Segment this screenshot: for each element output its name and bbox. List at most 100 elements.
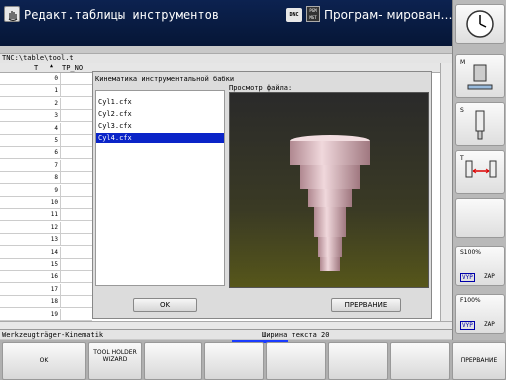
status-right: Ширина текста 20 [262, 331, 330, 339]
dialog-ok-button[interactable]: OK [133, 298, 197, 312]
tool-number: 7 [54, 161, 58, 169]
table-row[interactable]: 12 [0, 221, 92, 234]
tool-number: 18 [50, 298, 58, 306]
table-row[interactable]: 0 [0, 73, 92, 85]
table-row[interactable]: 13 [0, 234, 92, 247]
zap-label: ZAP [484, 273, 495, 280]
file-list[interactable]: Cyl1.cfx Cyl2.cfx Cyl3.cfx Cyl4.cfx [95, 90, 225, 286]
table-row[interactable]: 8 [0, 172, 92, 185]
file-list-item[interactable]: Cyl2.cfx [96, 109, 224, 119]
empty-softkey-7[interactable] [390, 342, 450, 380]
title-bar [0, 0, 452, 46]
empty-softkey-5[interactable] [266, 342, 326, 380]
tool-number: 8 [54, 174, 58, 182]
tool-number: 14 [50, 248, 58, 256]
table-row[interactable]: 16 [0, 271, 92, 284]
table-row[interactable]: 9 [0, 184, 92, 197]
table-row[interactable]: 14 [0, 246, 92, 259]
app-title: Редакт.таблицы инструментов [24, 8, 220, 22]
tool-number: 17 [50, 285, 58, 293]
f-override-value: F100% [460, 297, 481, 304]
tp-cell [60, 283, 92, 296]
tp-cell [60, 147, 92, 160]
tool-number: 10 [50, 199, 58, 206]
tp-cell [60, 97, 92, 110]
dialog-title: Кинематика инструментальной бабки [95, 75, 235, 83]
empty-softkey-6[interactable] [328, 342, 388, 380]
tool-number: 1 [54, 87, 58, 95]
tp-cell [60, 159, 92, 172]
file-list-item[interactable]: Cyl3.cfx [96, 121, 224, 131]
empty-softkey-4[interactable] [204, 342, 264, 380]
tool-number: 11 [50, 211, 58, 219]
tool-number: 0 [54, 75, 58, 82]
tp-cell [60, 172, 92, 185]
table-row[interactable]: 11 [0, 209, 92, 222]
file-list-item[interactable]: Cyl1.cfx [96, 97, 224, 107]
tool-number: 16 [50, 273, 58, 281]
vyp-label: VYP [460, 321, 475, 330]
horizontal-scrollbar[interactable] [0, 321, 452, 329]
wizard-label: TOOL HOLDER WIZARD [93, 349, 137, 363]
status-left: Werkzeugträger-Kinematik [2, 331, 104, 339]
empty-softkey-3[interactable] [144, 342, 202, 380]
t-tool-button[interactable]: T [455, 150, 505, 194]
clock-icon [466, 10, 494, 38]
cancel-softkey[interactable]: ПРЕРВАНИЕ [452, 342, 506, 380]
tp-cell [60, 184, 92, 197]
tool-number: 15 [50, 261, 58, 268]
table-row[interactable]: 6 [0, 147, 92, 160]
feed-override[interactable]: F100% VYP ZAP [455, 294, 505, 334]
pgm-mgt-icon: PGM MGT [306, 6, 320, 22]
table-row[interactable]: 4 [0, 122, 92, 135]
m-function-button[interactable]: M [455, 54, 505, 98]
zap-label: ZAP [484, 321, 495, 328]
tool-number: 5 [54, 137, 58, 144]
hand-icon [4, 6, 20, 22]
col-tp-header: TP_NO [62, 64, 84, 72]
t-label: T [460, 155, 464, 162]
tool-holder-3d-icon [290, 135, 370, 271]
tp-cell [60, 135, 92, 147]
tool-number: 2 [54, 99, 58, 107]
vyp-label: VYP [460, 273, 475, 282]
table-row[interactable]: 7 [0, 159, 92, 172]
table-row[interactable]: 5 [0, 135, 92, 147]
ok-softkey[interactable]: OK [2, 342, 86, 380]
table-row[interactable]: 18 [0, 296, 92, 309]
tp-cell [60, 308, 92, 321]
table-row[interactable]: 2 [0, 97, 92, 110]
right-softkey-column: M S T S100% VYP ZAP F100% VYP ZAP [452, 0, 506, 346]
tool-number: 9 [54, 186, 58, 194]
spindle-override[interactable]: S100% VYP ZAP [455, 246, 505, 286]
table-row[interactable]: 1 [0, 85, 92, 98]
clock-button[interactable] [455, 4, 505, 44]
tool-holder-wizard-softkey[interactable]: TOOL HOLDER WIZARD [88, 342, 142, 380]
table-row[interactable]: 17 [0, 283, 92, 296]
mode-title: Програм- мирован… [324, 8, 453, 22]
table-row[interactable]: 10 [0, 197, 92, 209]
vertical-scrollbar[interactable] [440, 63, 452, 321]
tool-number: 6 [54, 149, 58, 157]
kinematics-dialog: Кинематика инструментальной бабки Cyl1.c… [92, 71, 432, 319]
tp-cell [60, 73, 92, 85]
file-list-item[interactable]: Cyl4.cfx [96, 133, 224, 143]
table-row[interactable]: 15 [0, 259, 92, 271]
file-preview [229, 92, 429, 288]
s-spindle-button[interactable]: S [455, 102, 505, 146]
tp-cell [60, 122, 92, 135]
status-bar: Werkzeugträger-Kinematik Ширина текста 2… [0, 329, 452, 339]
tool-number: 3 [54, 112, 58, 120]
dnc-badge: DNC [286, 8, 302, 22]
tp-cell [60, 234, 92, 247]
dialog-cancel-button[interactable]: ПРЕРВАНИЕ [331, 298, 401, 312]
tp-cell [60, 296, 92, 309]
tp-cell [60, 209, 92, 222]
preview-label: Просмотр файла: [229, 84, 293, 92]
tp-cell [60, 85, 92, 98]
tp-cell [60, 110, 92, 123]
empty-softkey[interactable] [455, 198, 505, 238]
table-row[interactable]: 3 [0, 110, 92, 123]
sort-up-icon: ▲ [50, 63, 54, 69]
table-row[interactable]: 19 [0, 308, 92, 321]
